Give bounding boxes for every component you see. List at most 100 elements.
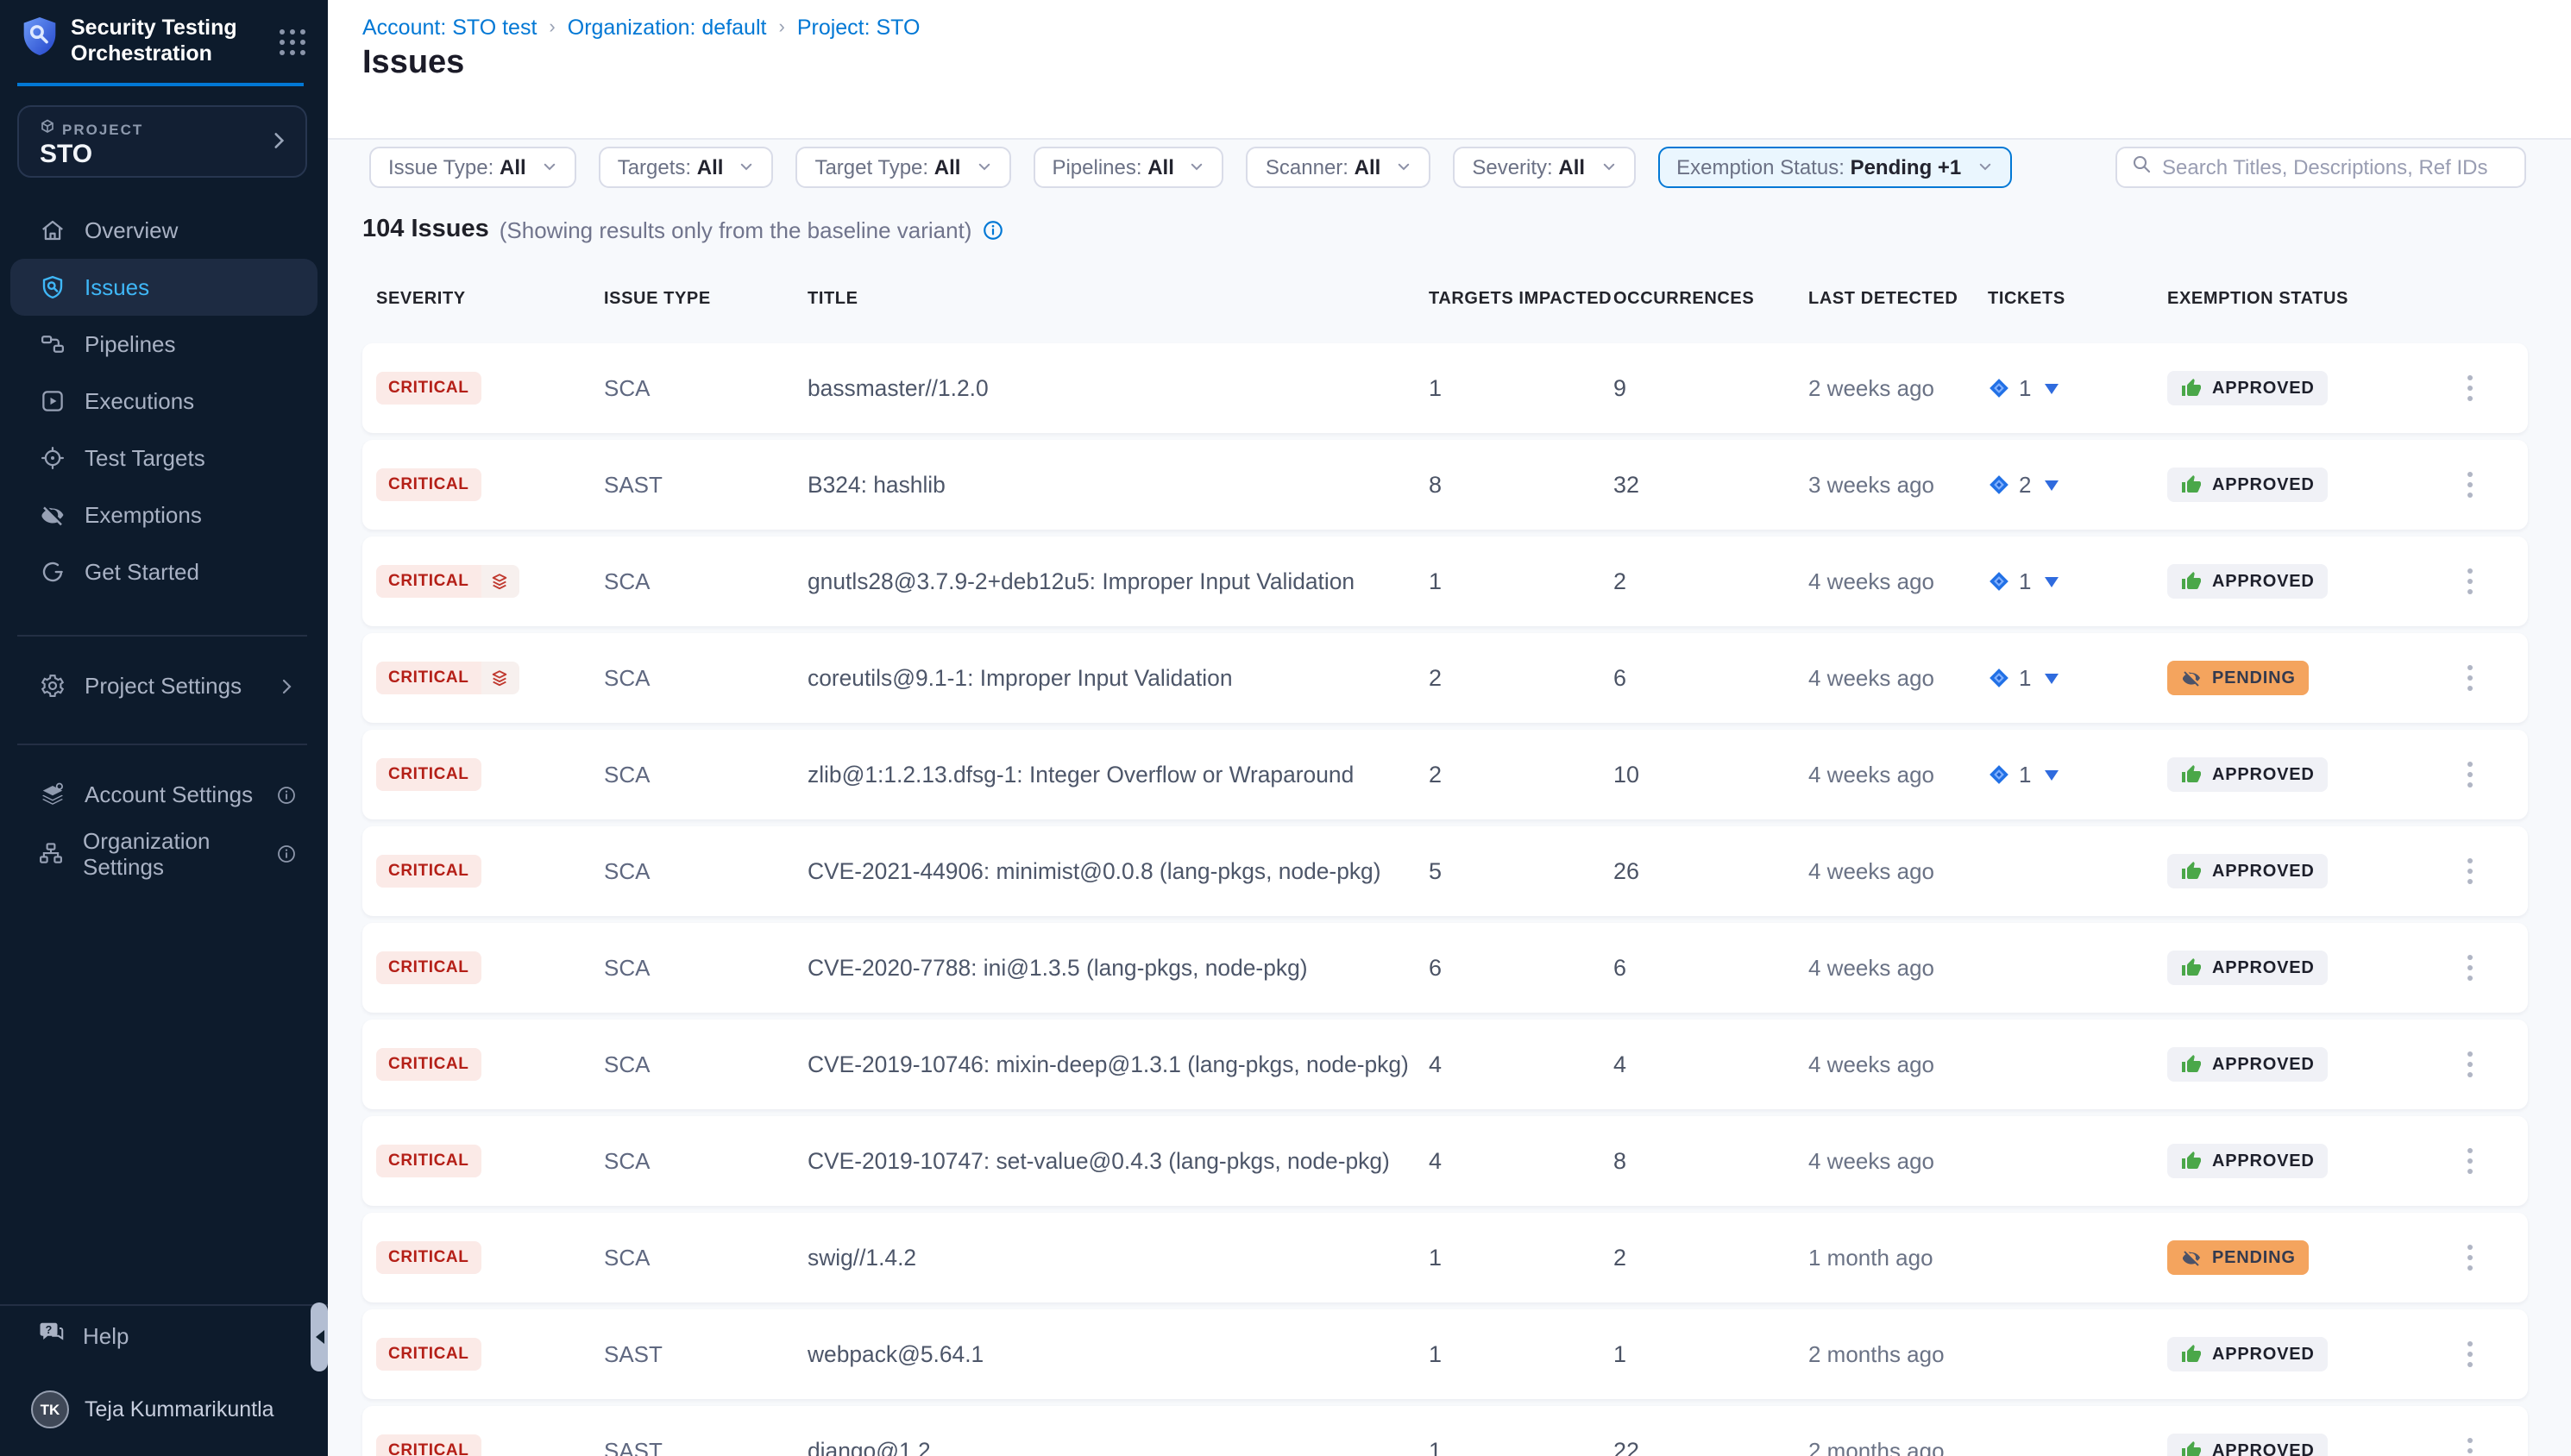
sidebar-item-exemptions[interactable]: Exemptions [10,486,317,543]
sidebar-item-account-settings[interactable]: Account Settings [10,771,317,818]
table-row[interactable]: CRITICAL SAST webpack@5.64.1 1 1 2 month… [362,1309,2528,1399]
occurrences: 4 [1613,1051,1626,1077]
issue-title[interactable]: webpack@5.64.1 [808,1341,1422,1367]
ticket-cell-content[interactable]: 1 [1988,665,2059,691]
filter-issue-type[interactable]: Issue Type: All [369,147,576,188]
row-menu-kebab-icon[interactable] [2461,851,2480,891]
table-row[interactable]: CRITICAL SCA bassmaster//1.2.0 1 9 2 wee… [362,343,2528,433]
filter-target-type[interactable]: Target Type: All [795,147,1010,188]
ticket-cell-content[interactable]: 1 [1988,375,2059,401]
nav-label: Pipelines [85,331,176,357]
sidebar: Security Testing Orchestration PROJECT S… [0,0,328,1456]
thumbs-up-icon [2181,571,2202,592]
breadcrumb-account[interactable]: Account: STO test [362,16,537,40]
filter-pipelines[interactable]: Pipelines: All [1033,147,1223,188]
row-menu-kebab-icon[interactable] [2461,1431,2480,1456]
filter-severity[interactable]: Severity: All [1453,147,1635,188]
table-row[interactable]: CRITICAL SCA swig//1.4.2 1 2 1 month ago… [362,1213,2528,1302]
row-menu-kebab-icon[interactable] [2461,465,2480,505]
table-row[interactable]: CRITICAL SCA CVE-2019-10747: set-value@0… [362,1116,2528,1206]
exemption-status-label: PENDING [2212,668,2296,687]
row-menu-kebab-icon[interactable] [2461,1045,2480,1084]
sidebar-item-get-started[interactable]: Get Started [10,543,317,600]
filter-exemption-status[interactable]: Exemption Status: Pending +1 [1657,147,2011,188]
issue-title[interactable]: B324: hashlib [808,472,1422,498]
exemption-status-badge: APPROVED [2167,757,2329,792]
issue-title[interactable]: CVE-2019-10746: mixin-deep@1.3.1 (lang-p… [808,1051,1422,1077]
sidebar-collapse-handle[interactable] [311,1302,328,1371]
sidebar-item-pipelines[interactable]: Pipelines [10,316,317,373]
table-row[interactable]: CRITICAL SCA CVE-2019-10746: mixin-deep@… [362,1020,2528,1109]
table-row[interactable]: CRITICAL SCA CVE-2020-7788: ini@1.3.5 (l… [362,923,2528,1013]
exemption-status-badge: APPROVED [2167,1144,2329,1178]
sidebar-item-issues[interactable]: Issues [10,259,317,316]
table-row[interactable]: CRITICAL SCA gnutls28@3.7.9-2+deb12u5: I… [362,537,2528,626]
severity-cell: CRITICAL [376,565,519,598]
issue-type: SAST [604,1438,663,1456]
ticket-count: 1 [2019,665,2031,691]
row-menu-kebab-icon[interactable] [2461,562,2480,601]
table-row[interactable]: CRITICAL SAST B324: hashlib 8 32 3 weeks… [362,440,2528,530]
sidebar-item-help[interactable]: ? Help [10,1315,317,1356]
search-input[interactable] [2162,155,2511,179]
ticket-dropdown-caret-icon [2045,673,2059,683]
row-menu-kebab-icon[interactable] [2461,948,2480,988]
table-row[interactable]: CRITICAL SCA coreutils@9.1-1: Improper I… [362,633,2528,723]
info-icon[interactable] [276,843,297,863]
exemption-status-label: APPROVED [2212,1055,2315,1074]
row-menu-kebab-icon[interactable] [2461,658,2480,698]
logo-divider [17,83,304,86]
sidebar-item-organization-settings[interactable]: Organization Settings [10,830,317,876]
filter-targets[interactable]: Targets: All [599,147,774,188]
exemption-status-cell: APPROVED [2167,1047,2329,1082]
sidebar-nav: Overview Issues Pipelines Executions [10,202,317,600]
info-icon[interactable] [276,784,297,805]
issue-title[interactable]: swig//1.4.2 [808,1245,1422,1271]
sidebar-item-overview[interactable]: Overview [10,202,317,259]
sidebar-item-project-settings[interactable]: Project Settings [10,662,317,709]
row-menu-kebab-icon[interactable] [2461,368,2480,408]
issue-title[interactable]: django@1.2 [808,1438,1422,1456]
occurrences: 32 [1613,472,1639,498]
issue-title[interactable]: CVE-2020-7788: ini@1.3.5 (lang-pkgs, nod… [808,955,1422,981]
severity-badge: CRITICAL [376,758,481,791]
chevron-right-icon: › [778,17,784,38]
filter-value: All [500,155,526,179]
breadcrumb-organization[interactable]: Organization: default [568,16,767,40]
issue-title[interactable]: bassmaster//1.2.0 [808,375,1422,401]
issue-title[interactable]: CVE-2019-10747: set-value@0.4.3 (lang-pk… [808,1148,1422,1174]
filter-scanner[interactable]: Scanner: All [1247,147,1430,188]
module-grid-icon[interactable] [280,29,305,55]
row-menu-kebab-icon[interactable] [2461,755,2480,794]
nav-label: Help [83,1322,129,1348]
issue-title[interactable]: gnutls28@3.7.9-2+deb12u5: Improper Input… [808,568,1422,594]
occurrences: 10 [1613,762,1639,788]
row-menu-kebab-icon[interactable] [2461,1238,2480,1277]
page-header: Account: STO test › Organization: defaul… [328,0,2571,140]
ticket-cell-content[interactable]: 1 [1988,762,2059,788]
table-row[interactable]: CRITICAL SAST django@1.2 1 22 2 months a… [362,1406,2528,1456]
ticket-cell-content[interactable]: 1 [1988,568,2059,594]
targets-impacted: 8 [1429,472,1442,498]
info-icon[interactable] [982,218,1004,241]
user-menu[interactable]: TK Teja Kummarikuntla [10,1387,317,1432]
breadcrumb-project[interactable]: Project: STO [797,16,921,40]
sidebar-item-test-targets[interactable]: Test Targets [10,430,317,486]
issue-title[interactable]: CVE-2021-44906: minimist@0.0.8 (lang-pkg… [808,858,1422,884]
ticket-cell-content[interactable]: 2 [1988,472,2059,498]
table-row[interactable]: CRITICAL SCA zlib@1:1.2.13.dfsg-1: Integ… [362,730,2528,819]
search-icon [2131,152,2152,183]
sidebar-item-executions[interactable]: Executions [10,373,317,430]
row-menu-kebab-icon[interactable] [2461,1334,2480,1374]
issue-type: SCA [604,955,650,981]
target-icon [38,444,66,472]
filter-value: All [934,155,961,179]
org-chart-gear-icon [38,839,64,867]
project-selector[interactable]: PROJECT STO [17,105,307,178]
last-detected: 4 weeks ago [1808,858,1934,884]
exemption-status-label: APPROVED [2212,1345,2315,1364]
row-menu-kebab-icon[interactable] [2461,1141,2480,1181]
issue-title[interactable]: zlib@1:1.2.13.dfsg-1: Integer Overflow o… [808,762,1422,788]
table-row[interactable]: CRITICAL SCA CVE-2021-44906: minimist@0.… [362,826,2528,916]
issue-title[interactable]: coreutils@9.1-1: Improper Input Validati… [808,665,1422,691]
